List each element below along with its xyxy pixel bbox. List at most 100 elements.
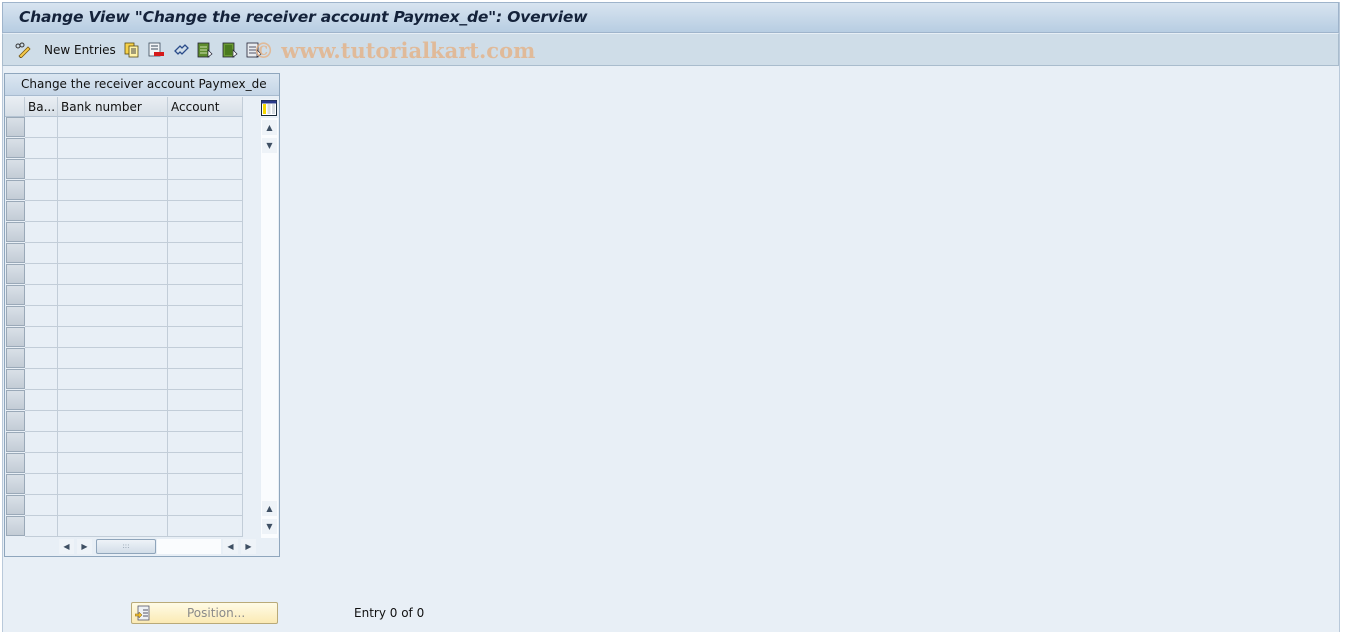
- cell-account[interactable]: [168, 432, 243, 453]
- select-all-rows-button[interactable]: [5, 97, 25, 117]
- cell-bank-country[interactable]: [25, 495, 58, 516]
- cell-account[interactable]: [168, 453, 243, 474]
- scroll-up-button[interactable]: ▲: [262, 120, 277, 135]
- cell-bank-country[interactable]: [25, 180, 58, 201]
- cell-account[interactable]: [168, 201, 243, 222]
- row-selector[interactable]: [6, 474, 25, 494]
- cell-bank-country[interactable]: [25, 432, 58, 453]
- cell-account[interactable]: [168, 411, 243, 432]
- cell-account[interactable]: [168, 348, 243, 369]
- cell-bank-country[interactable]: [25, 411, 58, 432]
- cell-account[interactable]: [168, 369, 243, 390]
- horizontal-scroll-thumb[interactable]: :::: [96, 539, 156, 554]
- cell-account[interactable]: [168, 180, 243, 201]
- horizontal-scroll-track[interactable]: [157, 539, 221, 554]
- cell-bank-number[interactable]: [58, 159, 168, 180]
- delete-button[interactable]: [148, 41, 164, 59]
- row-selector[interactable]: [6, 432, 25, 452]
- cell-bank-number[interactable]: [58, 495, 168, 516]
- row-selector[interactable]: [6, 306, 25, 326]
- cell-account[interactable]: [168, 285, 243, 306]
- row-selector[interactable]: [6, 348, 25, 368]
- cell-bank-country[interactable]: [25, 474, 58, 495]
- cell-account[interactable]: [168, 117, 243, 138]
- position-button[interactable]: Position...: [131, 602, 278, 624]
- cell-account[interactable]: [168, 306, 243, 327]
- cell-account[interactable]: [168, 516, 243, 537]
- cell-bank-country[interactable]: [25, 348, 58, 369]
- scroll-end-right-button[interactable]: ▶: [241, 539, 256, 554]
- column-header-account[interactable]: Account: [168, 97, 243, 117]
- row-selector[interactable]: [6, 222, 25, 242]
- cell-account[interactable]: [168, 327, 243, 348]
- scroll-right-button[interactable]: ▶: [77, 539, 92, 554]
- row-selector[interactable]: [6, 243, 25, 263]
- row-selector[interactable]: [6, 180, 25, 200]
- row-selector[interactable]: [6, 201, 25, 221]
- undo-change-button[interactable]: [173, 41, 189, 59]
- cell-account[interactable]: [168, 474, 243, 495]
- cell-bank-number[interactable]: [58, 411, 168, 432]
- cell-bank-number[interactable]: [58, 138, 168, 159]
- row-selector[interactable]: [6, 117, 25, 137]
- scroll-end-left-button[interactable]: ◀: [223, 539, 238, 554]
- cell-bank-country[interactable]: [25, 138, 58, 159]
- cell-bank-number[interactable]: [58, 432, 168, 453]
- column-header-bank-country[interactable]: Ba...: [25, 97, 58, 117]
- scroll-down-button[interactable]: ▼: [262, 138, 277, 153]
- cell-bank-number[interactable]: [58, 222, 168, 243]
- row-selector[interactable]: [6, 516, 25, 536]
- cell-bank-number[interactable]: [58, 264, 168, 285]
- cell-account[interactable]: [168, 222, 243, 243]
- cell-bank-number[interactable]: [58, 285, 168, 306]
- cell-bank-number[interactable]: [58, 516, 168, 537]
- cell-bank-country[interactable]: [25, 390, 58, 411]
- cell-bank-number[interactable]: [58, 390, 168, 411]
- cell-bank-number[interactable]: [58, 180, 168, 201]
- cell-bank-country[interactable]: [25, 369, 58, 390]
- scroll-left-button[interactable]: ◀: [59, 539, 74, 554]
- row-selector[interactable]: [6, 390, 25, 410]
- cell-bank-country[interactable]: [25, 516, 58, 537]
- cell-bank-country[interactable]: [25, 264, 58, 285]
- cell-bank-country[interactable]: [25, 159, 58, 180]
- copy-as-button[interactable]: [124, 41, 140, 59]
- display-change-button[interactable]: [15, 41, 31, 59]
- row-selector[interactable]: [6, 495, 25, 515]
- cell-bank-number[interactable]: [58, 117, 168, 138]
- row-selector[interactable]: [6, 159, 25, 179]
- select-block-button[interactable]: [222, 41, 238, 59]
- cell-bank-number[interactable]: [58, 201, 168, 222]
- row-selector[interactable]: [6, 453, 25, 473]
- cell-bank-number[interactable]: [58, 453, 168, 474]
- cell-bank-country[interactable]: [25, 117, 58, 138]
- cell-bank-number[interactable]: [58, 348, 168, 369]
- cell-bank-country[interactable]: [25, 306, 58, 327]
- cell-account[interactable]: [168, 138, 243, 159]
- row-selector[interactable]: [6, 264, 25, 284]
- cell-account[interactable]: [168, 159, 243, 180]
- vertical-scrollbar[interactable]: ▲ ▼ ▲ ▼: [261, 118, 278, 538]
- cell-bank-country[interactable]: [25, 453, 58, 474]
- new-entries-button[interactable]: New Entries: [44, 41, 116, 59]
- cell-bank-country[interactable]: [25, 327, 58, 348]
- cell-account[interactable]: [168, 390, 243, 411]
- cell-bank-country[interactable]: [25, 222, 58, 243]
- select-all-button[interactable]: [197, 41, 213, 59]
- cell-bank-country[interactable]: [25, 285, 58, 306]
- cell-bank-number[interactable]: [58, 327, 168, 348]
- scroll-page-down-button[interactable]: ▼: [262, 519, 277, 534]
- row-selector[interactable]: [6, 411, 25, 431]
- cell-bank-number[interactable]: [58, 243, 168, 264]
- column-header-bank-number[interactable]: Bank number: [58, 97, 168, 117]
- scroll-page-up-button[interactable]: ▲: [262, 501, 277, 516]
- cell-account[interactable]: [168, 264, 243, 285]
- cell-bank-number[interactable]: [58, 306, 168, 327]
- row-selector[interactable]: [6, 285, 25, 305]
- cell-account[interactable]: [168, 243, 243, 264]
- cell-bank-number[interactable]: [58, 369, 168, 390]
- row-selector[interactable]: [6, 369, 25, 389]
- cell-bank-number[interactable]: [58, 474, 168, 495]
- row-selector[interactable]: [6, 327, 25, 347]
- cell-account[interactable]: [168, 495, 243, 516]
